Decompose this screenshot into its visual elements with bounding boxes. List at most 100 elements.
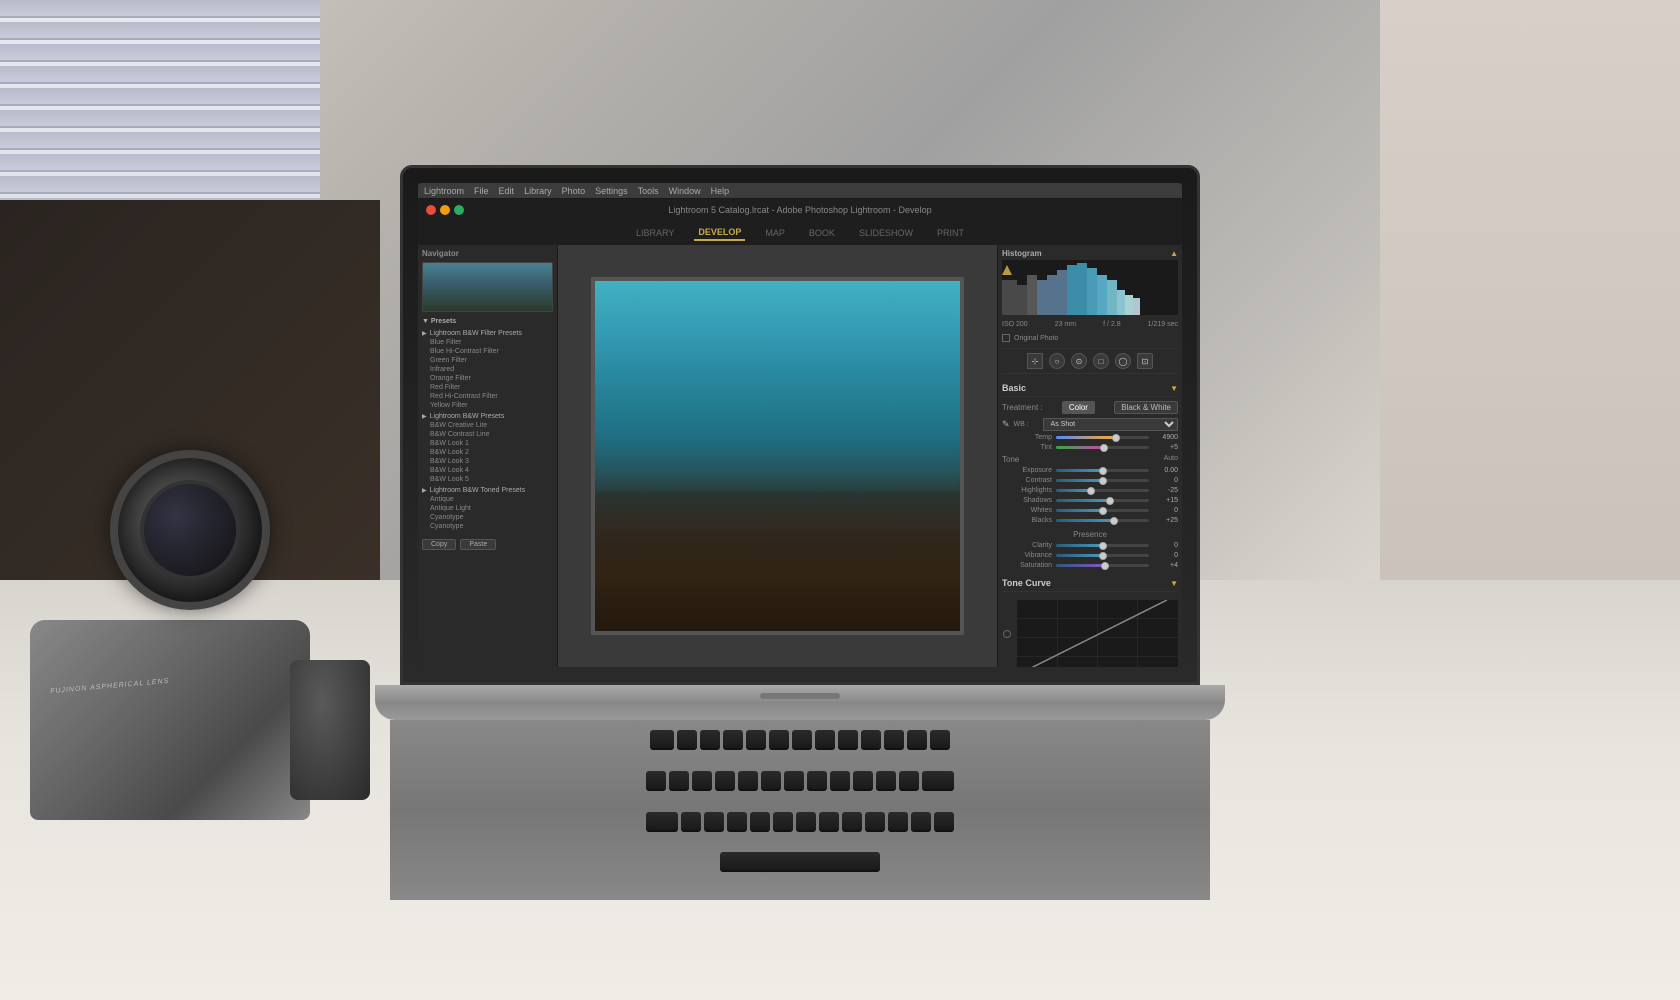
maximize-button[interactable] [454,205,464,215]
blacks-track[interactable] [1056,519,1149,522]
lr-title-bar: Lightroom 5 Catalog.lrcat - Adobe Photos… [418,199,1182,221]
exposure-track[interactable] [1056,469,1149,472]
key-9 [853,771,873,791]
key-f3 [723,730,743,750]
vibrance-track[interactable] [1056,554,1149,557]
key-p [888,812,908,832]
clarity-track[interactable] [1056,544,1149,547]
preset-bw-creative[interactable]: B&W Creative Lite [422,421,553,430]
whites-track[interactable] [1056,509,1149,512]
contrast-track[interactable] [1056,479,1149,482]
histogram-header: Histogram ▲ [1002,249,1178,258]
preset-bw-look3[interactable]: B&W Look 3 [422,457,553,466]
preset-group-bwfilter-title[interactable]: Lightroom B&W Filter Presets [422,329,553,338]
menu-edit[interactable]: Edit [499,186,515,196]
clarity-thumb[interactable] [1099,542,1107,550]
preset-infrared[interactable]: Infrared [422,365,553,374]
tone-curve-collapse-icon[interactable]: ▼ [1170,579,1178,588]
key-r [750,812,770,832]
exposure-thumb[interactable] [1099,467,1107,475]
wb-dropdown[interactable]: As Shot Auto Daylight [1043,418,1178,431]
point-curve-dot[interactable] [1003,630,1011,638]
preset-orange-filter[interactable]: Orange Filter [422,374,553,383]
preset-blue-filter[interactable]: Blue Filter [422,338,553,347]
key-8 [830,771,850,791]
basic-collapse-icon[interactable]: ▼ [1170,384,1178,393]
highlights-track[interactable] [1056,489,1149,492]
whites-thumb[interactable] [1099,507,1107,515]
tint-track[interactable] [1056,446,1149,449]
module-slideshow[interactable]: SLIDESHOW [855,226,917,240]
module-develop[interactable]: DEVELOP [694,225,745,241]
key-2 [692,771,712,791]
key-delete [922,771,954,791]
radial-tool[interactable]: ◯ [1115,353,1131,369]
vibrance-thumb[interactable] [1099,552,1107,560]
highlights-thumb[interactable] [1087,487,1095,495]
preset-green-filter[interactable]: Green Filter [422,356,553,365]
bw-treatment-btn[interactable]: Black & White [1114,401,1178,414]
preset-yellow-filter[interactable]: Yellow Filter [422,401,553,410]
menu-file[interactable]: File [474,186,489,196]
preset-antique[interactable]: Antique [422,495,553,504]
preset-group-bwtoned-title[interactable]: Lightroom B&W Toned Presets [422,486,553,495]
clarity-value: 0 [1153,542,1178,549]
menu-lightroom[interactable]: Lightroom [424,186,464,196]
preset-antique-light[interactable]: Antique Light [422,504,553,513]
temp-track[interactable] [1056,436,1149,439]
module-map[interactable]: MAP [761,226,789,240]
preset-cyanotype[interactable]: Cyanotype [422,513,553,522]
close-button[interactable] [426,205,436,215]
saturation-thumb[interactable] [1101,562,1109,570]
module-library[interactable]: LIBRARY [632,226,678,240]
blacks-thumb[interactable] [1110,517,1118,525]
blind-strip-7 [0,132,320,150]
highlights-label: Highlights [1002,487,1052,494]
preset-bw-look5[interactable]: B&W Look 5 [422,475,553,484]
preset-bw-look4[interactable]: B&W Look 4 [422,466,553,475]
shadows-track[interactable] [1056,499,1149,502]
tone-header: Tone Auto [1002,455,1178,464]
spot-removal-tool[interactable]: ○ [1049,353,1065,369]
checkbox-icon[interactable] [1002,334,1010,342]
preset-bw-contrast[interactable]: B&W Contrast Line [422,430,553,439]
copy-button[interactable]: Copy [422,539,456,550]
preset-red-hicontrast[interactable]: Red Hi-Contrast Filter [422,392,553,401]
module-print[interactable]: PRINT [933,226,968,240]
menu-settings[interactable]: Settings [595,186,628,196]
key-f5 [769,730,789,750]
paste-button[interactable]: Paste [460,539,496,550]
menu-tools[interactable]: Tools [638,186,659,196]
preset-group-bwpresets-title[interactable]: Lightroom B&W Presets [422,412,553,421]
eyedropper-icon[interactable]: ✎ [1002,419,1010,430]
redeye-tool[interactable]: ⊙ [1071,353,1087,369]
gradient-tool[interactable]: □ [1093,353,1109,369]
menu-window[interactable]: Window [669,186,701,196]
key-t [773,812,793,832]
blind-strip-5 [0,88,320,106]
shadows-thumb[interactable] [1106,497,1114,505]
preset-bw-look1[interactable]: B&W Look 1 [422,439,553,448]
preset-blue-hicontrast[interactable]: Blue Hi-Contrast Filter [422,347,553,356]
crop-tool[interactable]: ⊹ [1027,353,1043,369]
contrast-thumb[interactable] [1099,477,1107,485]
module-book[interactable]: BOOK [805,226,839,240]
menu-library[interactable]: Library [524,186,552,196]
auto-tone-button[interactable]: Auto [1164,455,1178,464]
preset-bw-look2[interactable]: B&W Look 2 [422,448,553,457]
preset-red-filter[interactable]: Red Filter [422,383,553,392]
preset-cyanotype2[interactable]: Cyanotype [422,522,553,531]
menu-photo[interactable]: Photo [562,186,586,196]
traffic-lights [426,205,464,215]
copy-paste-area: Copy Paste [422,539,553,550]
temp-thumb[interactable] [1112,434,1120,442]
minimize-button[interactable] [440,205,450,215]
adjustment-brush-tool[interactable]: ⊡ [1137,353,1153,369]
saturation-track[interactable] [1056,564,1149,567]
menu-help[interactable]: Help [711,186,730,196]
exposure-slider-row: Exposure 0.00 [1002,467,1178,474]
blind-strip-6 [0,110,320,128]
treatment-row: Treatment : Color Black & White [1002,401,1178,414]
tint-thumb[interactable] [1100,444,1108,452]
color-treatment-btn[interactable]: Color [1062,401,1095,414]
